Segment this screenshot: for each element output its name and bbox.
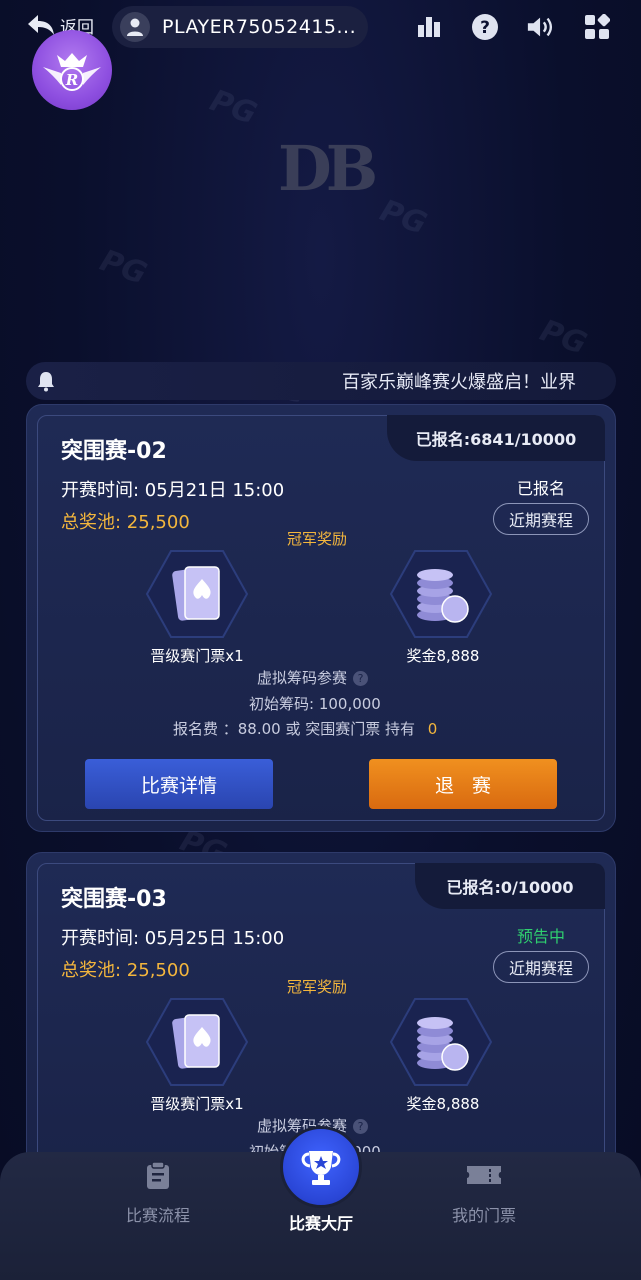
clipboard-icon bbox=[147, 1161, 169, 1189]
menu-grid-icon[interactable] bbox=[582, 12, 612, 42]
help-icon[interactable]: ? bbox=[353, 671, 369, 686]
schedule-button[interactable]: 近期赛程 bbox=[493, 503, 589, 535]
prize-pool: 总奖池: 25,500 bbox=[61, 960, 190, 981]
player-info[interactable]: PLAYER75052415... bbox=[112, 6, 368, 48]
announcement-bar[interactable]: 百家乐巅峰赛火爆盛启！业界 bbox=[26, 362, 616, 400]
bell-icon bbox=[38, 372, 54, 392]
tickets-held-count: 0 bbox=[427, 720, 438, 738]
ticket-icon bbox=[467, 1166, 501, 1184]
trophy-icon bbox=[301, 1151, 341, 1185]
virtual-chips-info: 虚拟筹码参赛? bbox=[257, 667, 369, 688]
virtual-chips-text: 虚拟筹码参赛 bbox=[257, 669, 348, 687]
announcement-text: 百家乐巅峰赛火爆盛启！业界 bbox=[342, 372, 576, 393]
champion-reward-label: 冠军奖励 bbox=[287, 978, 348, 996]
coin-reward-icon bbox=[389, 550, 493, 638]
start-time: 开赛时间: 05月21日 15:00 bbox=[61, 480, 285, 501]
ticket-reward-label: 晋级赛门票x1 bbox=[150, 647, 244, 665]
player-name: PLAYER75052415... bbox=[162, 16, 357, 38]
tournament-card: 已报名:6841/10000 突围赛-02 开赛时间: 05月21日 15:00… bbox=[26, 404, 616, 832]
prize-pool: 总奖池: 25,500 bbox=[61, 512, 190, 533]
nav-tab-match-hall[interactable] bbox=[280, 1126, 362, 1208]
tournament-title: 突围赛-02 bbox=[61, 439, 167, 464]
coin-reward-icon bbox=[389, 998, 493, 1086]
status-badge: 预告中 bbox=[517, 927, 566, 946]
nav-label: 我的门票 bbox=[451, 1206, 516, 1225]
brand-logo: DB bbox=[278, 132, 378, 205]
bonus-reward-label: 奖金8,888 bbox=[406, 647, 480, 665]
nav-tab-my-tickets[interactable]: 我的门票 bbox=[414, 1160, 554, 1226]
ticket-reward-icon bbox=[145, 550, 249, 638]
ticket-reward-label: 晋级赛门票x1 bbox=[150, 1095, 244, 1113]
tournament-title: 突围赛-03 bbox=[61, 887, 167, 912]
user-icon bbox=[120, 12, 150, 42]
volume-icon[interactable] bbox=[526, 12, 556, 42]
help-icon[interactable]: ? bbox=[353, 1119, 369, 1134]
start-time: 开赛时间: 05月25日 15:00 bbox=[61, 928, 285, 949]
match-details-button[interactable]: 比赛详情 bbox=[85, 759, 273, 809]
registration-count: 已报名:6841/10000 bbox=[387, 415, 605, 461]
bonus-reward-label: 奖金8,888 bbox=[406, 1095, 480, 1113]
registration-count: 已报名:0/10000 bbox=[415, 863, 605, 909]
entry-fee-text: 报名费 ：88.00 或 突围赛门票 持有 bbox=[173, 720, 416, 738]
initial-chips: 初始筹码: 100,000 bbox=[249, 695, 381, 713]
badge-letter: R bbox=[65, 71, 78, 89]
nav-tab-match-process[interactable]: 比赛流程 bbox=[88, 1160, 228, 1226]
nav-label: 比赛流程 bbox=[125, 1206, 190, 1225]
schedule-button[interactable]: 近期赛程 bbox=[493, 951, 589, 983]
leaderboard-icon[interactable] bbox=[414, 12, 444, 42]
champion-reward-label: 冠军奖励 bbox=[287, 530, 348, 548]
entry-fee-info: 报名费 ：88.00 或 突围赛门票 持有 0 bbox=[173, 718, 437, 739]
ticket-reward-icon bbox=[145, 998, 249, 1086]
nav-label-active: 比赛大厅 bbox=[288, 1214, 353, 1233]
status-badge: 已报名 bbox=[517, 479, 566, 498]
svg-text:?: ? bbox=[480, 18, 490, 38]
withdraw-button[interactable]: 退赛 bbox=[369, 759, 557, 809]
brand-badge: R bbox=[32, 30, 112, 110]
help-icon[interactable]: ? bbox=[470, 12, 500, 42]
